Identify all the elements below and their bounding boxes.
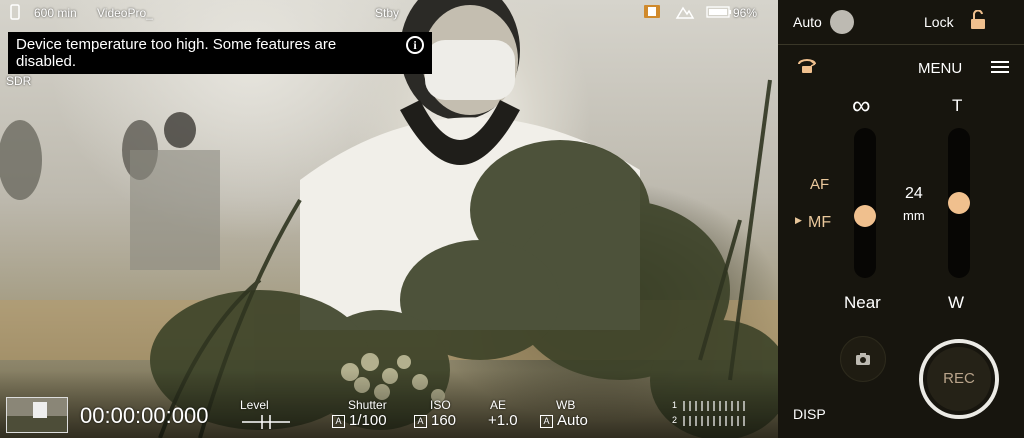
sdr-label: SDR bbox=[6, 74, 32, 88]
timecode: 00:00:00:000 bbox=[80, 403, 209, 428]
warning-text: Device temperature too high. Some featur… bbox=[16, 36, 337, 70]
info-icon[interactable]: i bbox=[406, 36, 424, 54]
wb-value-text: Auto bbox=[557, 412, 588, 429]
focus-near-label: Near bbox=[844, 293, 881, 312]
auto-badge: A bbox=[540, 415, 553, 428]
menu-label[interactable]: MENU bbox=[918, 60, 962, 77]
rec-label: REC bbox=[927, 347, 991, 411]
focus-far-label: ∞ bbox=[852, 90, 871, 120]
iso-label: ISO bbox=[430, 398, 451, 412]
viewfinder[interactable]: 600 min VideoPro_ Stby 96% Device temper… bbox=[0, 0, 778, 438]
focal-length-value: 24 bbox=[905, 185, 923, 202]
level-label: Level bbox=[240, 398, 269, 412]
wb-value[interactable]: A Auto bbox=[540, 412, 588, 429]
focus-slider-track[interactable] bbox=[854, 128, 876, 278]
shutter-label: Shutter bbox=[348, 398, 387, 412]
battery-percent: 96% bbox=[733, 6, 758, 20]
selected-indicator-icon: ▶ bbox=[795, 215, 802, 225]
auto-label: Auto bbox=[793, 14, 822, 30]
ae-value[interactable]: +1.0 bbox=[488, 412, 518, 429]
focal-length-unit: mm bbox=[903, 208, 925, 223]
disp-button[interactable]: DISP bbox=[793, 406, 826, 422]
photo-capture-button[interactable] bbox=[840, 336, 886, 382]
wb-label: WB bbox=[556, 398, 576, 412]
sd-card-icon bbox=[644, 5, 660, 18]
scene-icon bbox=[675, 6, 695, 19]
divider bbox=[778, 44, 1024, 45]
zoom-tele-label: T bbox=[952, 96, 963, 115]
af-option[interactable]: AF bbox=[810, 176, 829, 193]
ae-label: AE bbox=[490, 398, 507, 412]
phone-icon bbox=[10, 4, 20, 20]
auto-badge: A bbox=[332, 415, 345, 428]
temperature-warning-banner[interactable]: Device temperature too high. Some featur… bbox=[8, 32, 432, 74]
level-indicator bbox=[242, 415, 290, 429]
mf-option[interactable]: MF bbox=[808, 214, 831, 232]
rotate-camera-icon[interactable] bbox=[796, 58, 818, 76]
zoom-wide-label: W bbox=[948, 293, 965, 312]
camera-icon bbox=[856, 353, 870, 365]
meter-bars bbox=[683, 401, 745, 426]
shutter-value[interactable]: A 1/100 bbox=[332, 412, 387, 429]
shutter-value-text: 1/100 bbox=[349, 412, 387, 429]
auto-badge: A bbox=[414, 415, 427, 428]
audio-level-meter: 1 2 bbox=[668, 398, 768, 430]
control-panel: Auto Lock MENU ∞ Near T W AF ▶ MF 24 mm … bbox=[778, 0, 1024, 438]
lock-open-icon[interactable] bbox=[970, 10, 986, 30]
rec-button[interactable]: REC bbox=[919, 339, 999, 419]
meter-channel-2: 2 bbox=[672, 415, 678, 425]
iso-value-text: 160 bbox=[431, 412, 457, 429]
remaining-time: 600 min bbox=[34, 6, 77, 20]
focus-slider-knob[interactable] bbox=[854, 205, 876, 227]
hamburger-menu-icon[interactable] bbox=[991, 60, 1009, 74]
thumbnail[interactable] bbox=[6, 397, 68, 433]
mode-label: VideoPro_ bbox=[97, 6, 153, 20]
auto-toggle[interactable] bbox=[830, 10, 854, 34]
battery-icon bbox=[706, 6, 731, 18]
lock-label: Lock bbox=[924, 14, 954, 30]
zoom-slider-knob[interactable] bbox=[948, 192, 970, 214]
meter-channel-1: 1 bbox=[672, 400, 678, 410]
iso-value[interactable]: A 160 bbox=[414, 412, 456, 429]
standby-label: Stby bbox=[375, 6, 400, 20]
